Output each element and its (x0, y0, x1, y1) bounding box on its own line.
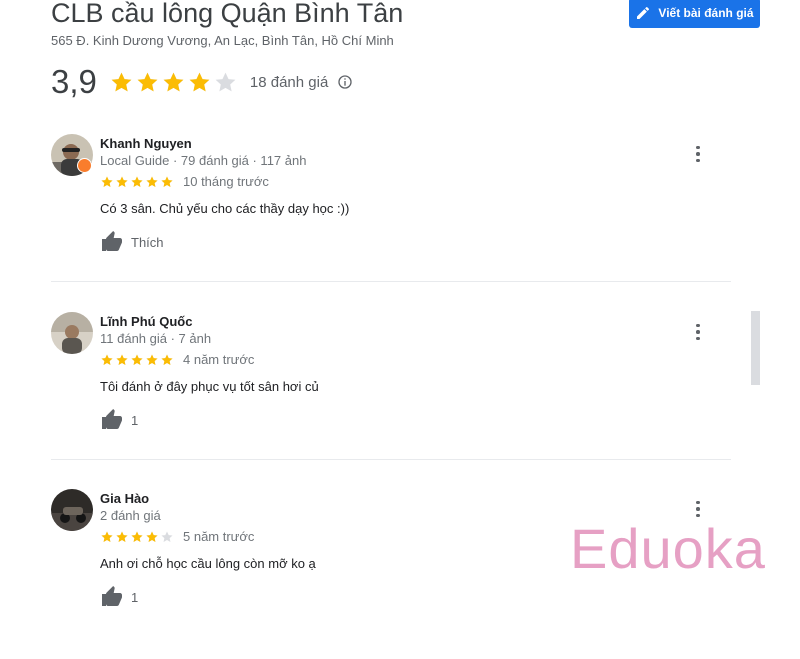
star-icon (116, 353, 128, 365)
review-stars (100, 175, 174, 189)
star-icon (146, 353, 158, 365)
place-address: 565 Đ. Kinh Dương Vương, An Lạc, Bình Tâ… (51, 33, 394, 48)
review-meta: 11 đánh giá · 7 ảnh (100, 331, 212, 346)
write-review-label: Viết bài đánh giá (658, 6, 754, 20)
summary-stars (109, 70, 238, 95)
place-title: CLB cầu lông Quận Bình Tân (51, 0, 404, 28)
avatar[interactable] (51, 489, 93, 531)
star-icon (131, 530, 143, 542)
review-text: Anh ơi chỗ học cầu lông còn mỡ ko ạ (100, 556, 316, 571)
divider (51, 281, 731, 282)
review-author[interactable]: Khanh Nguyen (100, 136, 192, 151)
pencil-icon (637, 6, 650, 19)
review-item: Khanh Nguyen Local Guide · 79 đánh giá ·… (51, 134, 731, 304)
review-author[interactable]: Lĩnh Phú Quốc (100, 314, 192, 329)
like-button[interactable]: 1 (100, 585, 138, 609)
review-stars (100, 353, 174, 367)
local-guide-badge-icon (77, 158, 92, 173)
like-button[interactable]: 1 (100, 408, 138, 432)
review-time: 5 năm trước (183, 529, 255, 544)
star-icon (131, 175, 143, 187)
star-icon (137, 72, 158, 91)
star-icon (146, 175, 158, 187)
star-icon (101, 530, 113, 542)
review-rating: 10 tháng trước (100, 174, 269, 189)
more-options-button[interactable] (692, 142, 704, 166)
thumbs-up-icon (102, 586, 122, 606)
star-icon (163, 72, 184, 91)
divider (51, 459, 731, 460)
like-button[interactable]: Thích (100, 230, 164, 254)
avatar[interactable] (51, 312, 93, 354)
like-count: 1 (131, 589, 139, 605)
write-review-button[interactable]: Viết bài đánh giá (629, 0, 760, 28)
star-icon (131, 353, 143, 365)
thumbs-up-icon (102, 231, 122, 251)
like-label: Thích (131, 234, 164, 250)
average-rating: 3,9 (51, 63, 97, 100)
review-author[interactable]: Gia Hào (100, 491, 149, 506)
review-text: Có 3 sân. Chủ yếu cho các thầy dạy học :… (100, 201, 350, 216)
review-time: 4 năm trước (183, 352, 255, 367)
review-rating: 4 năm trước (100, 352, 254, 367)
review-meta: Local Guide · 79 đánh giá · 117 ảnh (100, 153, 307, 168)
more-options-button[interactable] (692, 320, 704, 344)
rating-summary: 3,9 18 đánh giá (51, 62, 353, 102)
star-icon (116, 530, 128, 542)
review-item: Lĩnh Phú Quốc 11 đánh giá · 7 ảnh 4 năm … (51, 312, 731, 482)
review-time: 10 tháng trước (183, 174, 269, 189)
thumbs-up-icon (102, 409, 122, 429)
scrollbar-thumb[interactable] (751, 311, 760, 385)
like-count: 1 (131, 412, 139, 428)
star-icon (189, 72, 210, 91)
star-icon (215, 72, 236, 91)
star-icon (161, 175, 173, 187)
star-icon (161, 530, 173, 542)
star-icon (116, 175, 128, 187)
star-icon (111, 72, 132, 91)
review-meta: 2 đánh giá (100, 508, 161, 523)
review-stars (100, 530, 174, 544)
star-icon (101, 353, 113, 365)
star-icon (146, 530, 158, 542)
star-icon (101, 175, 113, 187)
star-icon (161, 353, 173, 365)
info-icon[interactable] (337, 74, 353, 90)
review-count[interactable]: 18 đánh giá (250, 74, 328, 91)
watermark-logo: Eduoka (570, 517, 766, 580)
review-rating: 5 năm trước (100, 529, 254, 544)
review-text: Tôi đánh ở đây phục vụ tốt sân hơi củ (100, 379, 319, 394)
